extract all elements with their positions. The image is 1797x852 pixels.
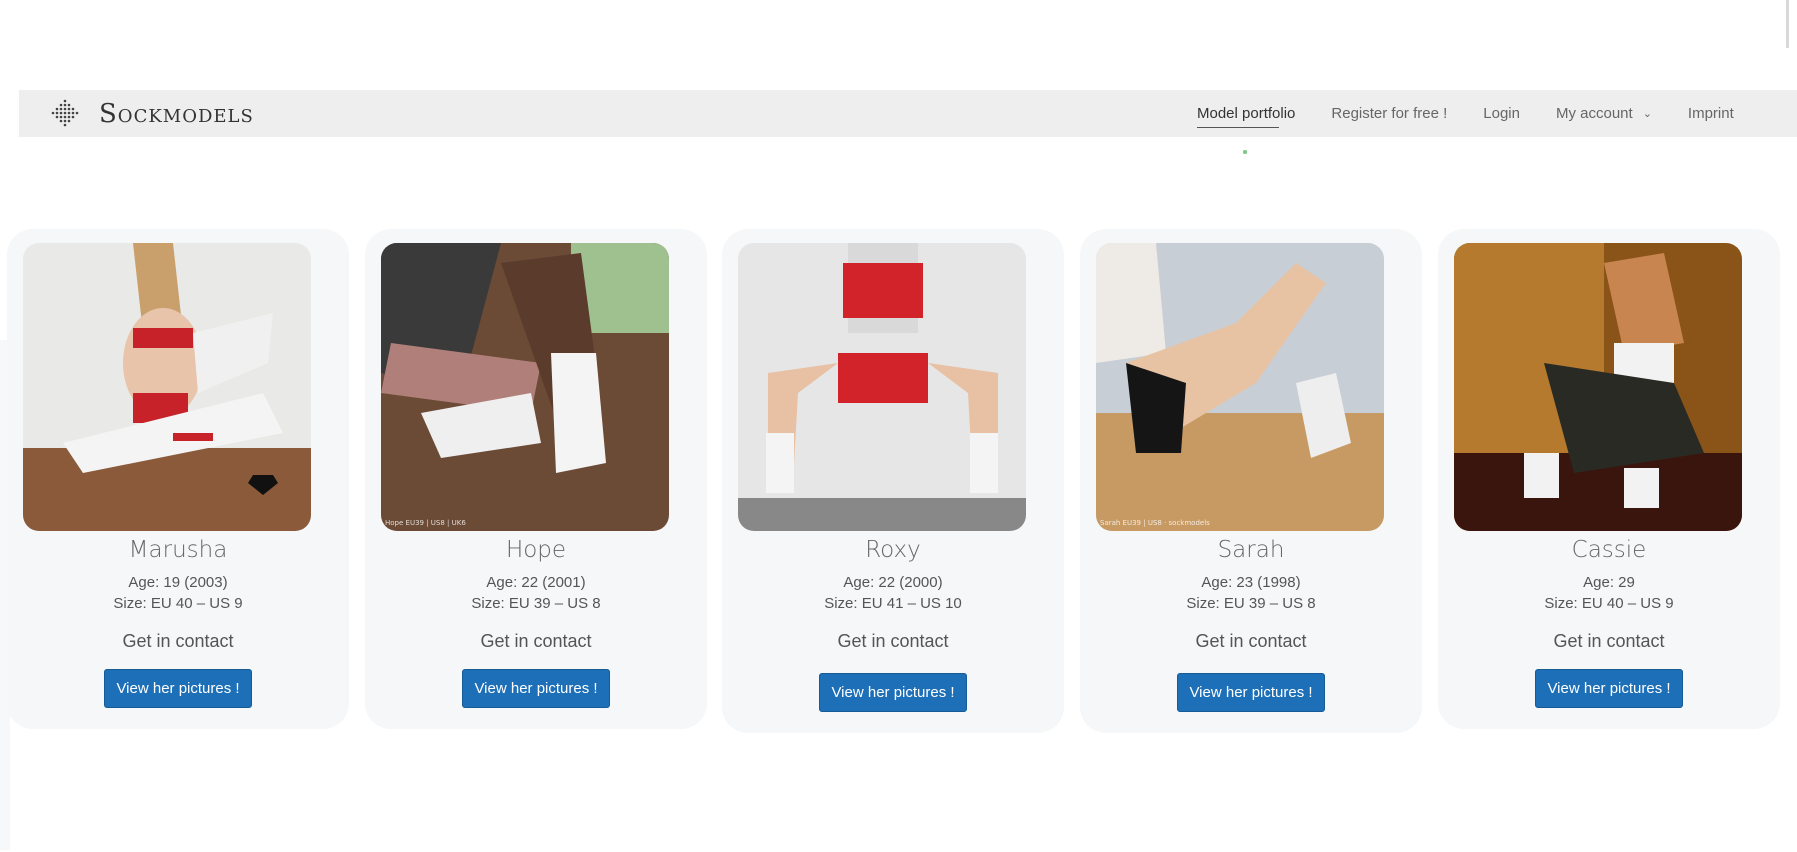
status-dot (1243, 150, 1247, 154)
model-size: Size: EU 40 – US 9 (1544, 595, 1674, 612)
model-size: Size: EU 40 – US 9 (113, 595, 243, 612)
top-navbar: Sockmodels Model portfolio Register for … (19, 90, 1797, 137)
brand[interactable]: Sockmodels (49, 98, 254, 130)
get-in-contact-link[interactable]: Get in contact (722, 631, 1064, 652)
model-size: Size: EU 39 – US 8 (1186, 595, 1316, 612)
nav-register[interactable]: Register for free ! (1331, 105, 1447, 122)
model-card: Roxy Age: 22 (2000) Size: EU 41 – US 10 … (722, 229, 1064, 733)
photo-watermark: Hope EU39 | US8 | UK6 (385, 519, 466, 527)
model-card: Marusha Age: 19 (2003) Size: EU 40 – US … (7, 229, 349, 729)
model-name: Sarah (1217, 537, 1285, 563)
view-pictures-button[interactable]: View her pictures ! (1535, 669, 1683, 708)
view-pictures-button[interactable]: View her pictures ! (104, 669, 252, 708)
nav-login[interactable]: Login (1483, 105, 1520, 122)
view-pictures-button[interactable]: View her pictures ! (462, 669, 610, 708)
photo-watermark: Sarah EU39 | US8 · sockmodels (1100, 519, 1210, 527)
scroll-indicator (1786, 0, 1789, 48)
nav-model-portfolio[interactable]: Model portfolio (1197, 105, 1295, 128)
get-in-contact-link[interactable]: Get in contact (7, 631, 349, 652)
nav-my-account[interactable]: My account ⌄ (1556, 105, 1652, 122)
model-age: Age: 29 (1583, 574, 1635, 591)
model-size: Size: EU 39 – US 8 (471, 595, 601, 612)
nav-my-account-label: My account (1555, 105, 1633, 122)
model-card: Sarah EU39 | US8 · sockmodels Sarah Age:… (1080, 229, 1422, 733)
model-card: Cassie Age: 29 Size: EU 40 – US 9 Get in… (1438, 229, 1780, 729)
model-age: Age: 19 (2003) (128, 574, 228, 591)
diamond-dots-logo-icon (51, 99, 79, 126)
model-photo[interactable] (738, 243, 1026, 531)
view-pictures-button[interactable]: View her pictures ! (819, 673, 967, 712)
get-in-contact-link[interactable]: Get in contact (1438, 631, 1780, 652)
model-age: Age: 22 (2001) (486, 574, 586, 591)
model-photo[interactable] (23, 243, 311, 531)
model-photo[interactable] (1454, 243, 1742, 531)
model-name: Marusha (128, 537, 228, 563)
view-pictures-button[interactable]: View her pictures ! (1177, 673, 1325, 712)
model-name: Roxy (865, 537, 921, 563)
brand-name: Sockmodels (99, 98, 254, 129)
model-name: Cassie (1571, 537, 1647, 563)
get-in-contact-link[interactable]: Get in contact (1080, 631, 1422, 652)
model-card: Hope EU39 | US8 | UK6 Hope Age: 22 (2001… (365, 229, 707, 729)
get-in-contact-link[interactable]: Get in contact (365, 631, 707, 652)
model-size: Size: EU 41 – US 10 (824, 595, 962, 612)
model-name: Hope (505, 537, 567, 563)
main-nav: Model portfolio Register for free ! Logi… (1197, 90, 1770, 137)
model-age: Age: 23 (1998) (1201, 574, 1301, 591)
model-photo[interactable]: Sarah EU39 | US8 · sockmodels (1096, 243, 1384, 531)
model-age: Age: 22 (2000) (843, 574, 943, 591)
chevron-down-icon: ⌄ (1642, 108, 1652, 120)
nav-imprint[interactable]: Imprint (1688, 105, 1734, 122)
model-photo[interactable]: Hope EU39 | US8 | UK6 (381, 243, 669, 531)
